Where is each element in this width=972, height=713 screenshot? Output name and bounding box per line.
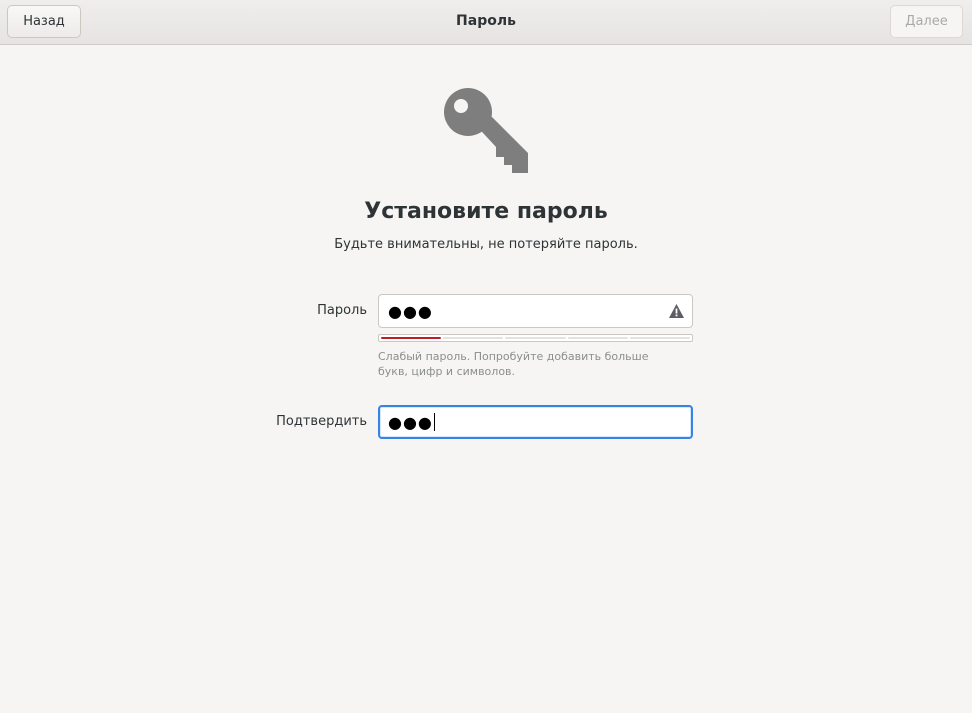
confirm-password-field[interactable]: ●●●	[378, 405, 693, 439]
window-title: Пароль	[456, 13, 516, 29]
strength-segment	[381, 337, 442, 339]
next-button[interactable]: Далее	[890, 5, 963, 38]
password-value: ●●●	[388, 301, 433, 321]
strength-segment	[567, 337, 628, 339]
warning-icon[interactable]	[668, 303, 685, 319]
password-strength-bar	[378, 334, 693, 342]
strength-segment	[505, 337, 566, 339]
password-label: Пароль	[317, 303, 367, 318]
text-cursor	[433, 413, 435, 431]
header-bar: Назад Пароль Далее	[0, 0, 972, 45]
confirm-label: Подтвердить	[276, 414, 367, 429]
page-subtitle: Будьте внимательны, не потеряйте пароль.	[334, 237, 638, 252]
strength-segment	[629, 337, 691, 339]
confirm-value: ●●●	[388, 412, 433, 432]
key-icon	[444, 88, 528, 173]
password-hint: Слабый пароль. Попробуйте добавить больш…	[378, 350, 649, 378]
page-title: Установите пароль	[364, 199, 608, 224]
strength-segment	[443, 337, 504, 339]
password-field[interactable]: ●●●	[378, 294, 693, 328]
